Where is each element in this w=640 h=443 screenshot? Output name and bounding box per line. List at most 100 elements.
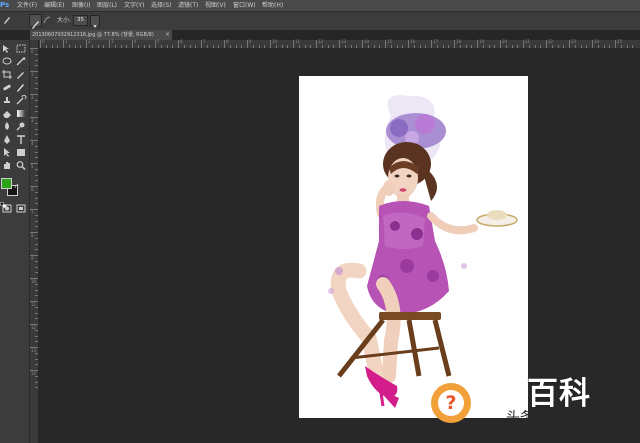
brush-tool-icon[interactable] bbox=[14, 82, 28, 93]
ruler-tick bbox=[385, 40, 386, 48]
ruler-label: 8 bbox=[31, 233, 34, 238]
zoom-tool-icon[interactable] bbox=[14, 160, 28, 171]
type-tool-icon[interactable] bbox=[14, 134, 28, 145]
question-mark-glyph: ? bbox=[438, 390, 464, 416]
ruler-label: 8 bbox=[226, 39, 229, 44]
default-colors-icon[interactable] bbox=[0, 193, 7, 208]
ruler-label: 14 bbox=[364, 39, 370, 44]
ruler-tick bbox=[477, 40, 478, 48]
menu-help[interactable]: 帮助(H) bbox=[262, 0, 283, 11]
toolbox bbox=[0, 40, 30, 443]
move-tool-icon[interactable] bbox=[0, 43, 14, 54]
menu-window[interactable]: 窗口(W) bbox=[233, 0, 256, 11]
foreground-color-swatch[interactable] bbox=[1, 178, 12, 189]
document-tab-label: 20130607032912316.jpg @ 77.8% (背景, RGB/8… bbox=[32, 32, 154, 38]
ruler-label: 7 bbox=[203, 39, 206, 44]
screen-mode-icon[interactable] bbox=[14, 203, 28, 214]
ruler-label: 15 bbox=[387, 39, 393, 44]
ruler-label: 4 bbox=[134, 39, 137, 44]
size-label: 大小: bbox=[57, 17, 72, 24]
lasso-tool-icon[interactable] bbox=[0, 56, 14, 67]
ruler-label: 0 bbox=[42, 39, 45, 44]
ruler-tick bbox=[293, 40, 294, 48]
ruler-label: 21 bbox=[525, 39, 531, 44]
swap-colors-icon[interactable] bbox=[14, 174, 20, 189]
ruler-tick bbox=[109, 40, 110, 48]
ruler-label: 25 bbox=[617, 39, 623, 44]
menu-image[interactable]: 图像(I) bbox=[72, 0, 90, 11]
ruler-label: 9 bbox=[31, 256, 34, 261]
menu-edit[interactable]: 编辑(E) bbox=[44, 0, 64, 11]
document-canvas[interactable] bbox=[299, 76, 528, 418]
history-brush-tool-icon[interactable] bbox=[14, 94, 28, 106]
ruler-tick bbox=[132, 40, 133, 48]
ruler-label: 19 bbox=[479, 39, 485, 44]
ruler-label: 11 bbox=[295, 39, 301, 44]
ruler-tick bbox=[270, 40, 271, 48]
gradient-tool-icon[interactable] bbox=[14, 108, 28, 119]
menu-filter[interactable]: 滤镜(T) bbox=[178, 0, 198, 11]
quick-select-tool-icon[interactable] bbox=[14, 56, 28, 67]
ruler-label: 14 bbox=[31, 371, 37, 376]
healing-brush-tool-icon[interactable] bbox=[0, 82, 14, 93]
ruler-tick bbox=[615, 40, 616, 48]
ruler-tick bbox=[178, 40, 179, 48]
menu-view[interactable]: 视图(V) bbox=[205, 0, 226, 11]
crop-tool-icon[interactable] bbox=[0, 69, 14, 80]
pen-tool-icon[interactable] bbox=[0, 134, 14, 145]
path-selection-tool-icon[interactable] bbox=[0, 147, 14, 158]
ruler-tick bbox=[431, 40, 432, 48]
ruler-label: 3 bbox=[31, 118, 34, 123]
ruler-label: 6 bbox=[31, 187, 34, 192]
clone-stamp-tool-icon[interactable] bbox=[0, 95, 14, 106]
close-tab-icon[interactable]: × bbox=[165, 30, 170, 40]
ruler-tick bbox=[569, 40, 570, 48]
brush-preset-button[interactable] bbox=[29, 14, 42, 29]
menu-bar: Ps 文件(F) 编辑(E) 图像(I) 图层(L) 文字(Y) 选择(S) 滤… bbox=[0, 0, 640, 11]
hand-tool-icon[interactable] bbox=[0, 160, 14, 171]
ruler-label: 18 bbox=[456, 39, 462, 44]
ruler-label: 23 bbox=[571, 39, 577, 44]
ruler-label: 12 bbox=[318, 39, 324, 44]
ruler-tick bbox=[316, 40, 317, 48]
ruler-tick bbox=[63, 40, 64, 48]
ruler-label: 1 bbox=[65, 39, 68, 44]
ruler-tick bbox=[592, 40, 593, 48]
photo-artwork bbox=[328, 95, 518, 408]
size-input[interactable]: 35 bbox=[73, 15, 88, 26]
marquee-tool-icon[interactable] bbox=[14, 43, 28, 54]
brush-icon[interactable] bbox=[2, 15, 12, 28]
menu-type[interactable]: 文字(Y) bbox=[124, 0, 144, 11]
credit-watermark: 头条 @短腿大生 bbox=[506, 410, 609, 426]
ruler-tick bbox=[546, 40, 547, 48]
ruler-label: 2 bbox=[31, 95, 34, 100]
ruler-label: 2 bbox=[88, 39, 91, 44]
ruler-tick bbox=[500, 40, 501, 48]
document-tab[interactable]: 20130607032912316.jpg @ 77.8% (背景, RGB/8… bbox=[30, 30, 172, 40]
baidu-question-logo: ? bbox=[431, 383, 471, 423]
menu-layer[interactable]: 图层(L) bbox=[97, 0, 117, 11]
ruler-label: 11 bbox=[31, 302, 37, 307]
ruler-tick bbox=[454, 40, 455, 48]
menu-select[interactable]: 选择(S) bbox=[151, 0, 172, 11]
ruler-label: 1 bbox=[31, 72, 34, 77]
ruler-label: 3 bbox=[111, 39, 114, 44]
ruler-label: 4 bbox=[31, 141, 34, 146]
ruler-label: 24 bbox=[594, 39, 600, 44]
ruler-label: 0 bbox=[31, 49, 34, 54]
eraser-tool-icon[interactable] bbox=[0, 108, 14, 119]
ruler-label: 13 bbox=[341, 39, 347, 44]
size-dropdown-button[interactable] bbox=[90, 15, 100, 28]
blur-tool-icon[interactable] bbox=[0, 121, 14, 132]
eyedropper-tool-icon[interactable] bbox=[14, 69, 28, 80]
rectangle-tool-icon[interactable] bbox=[14, 147, 28, 158]
airbrush-icon[interactable] bbox=[42, 15, 52, 28]
menu-file[interactable]: 文件(F) bbox=[17, 0, 37, 11]
ruler-tick bbox=[155, 40, 156, 48]
dodge-tool-icon[interactable] bbox=[14, 121, 28, 132]
ruler-tick bbox=[86, 40, 87, 48]
ruler-tick bbox=[339, 40, 340, 48]
ruler-label: 6 bbox=[180, 39, 183, 44]
ruler-tick bbox=[201, 40, 202, 48]
ruler-label: 7 bbox=[31, 210, 34, 215]
